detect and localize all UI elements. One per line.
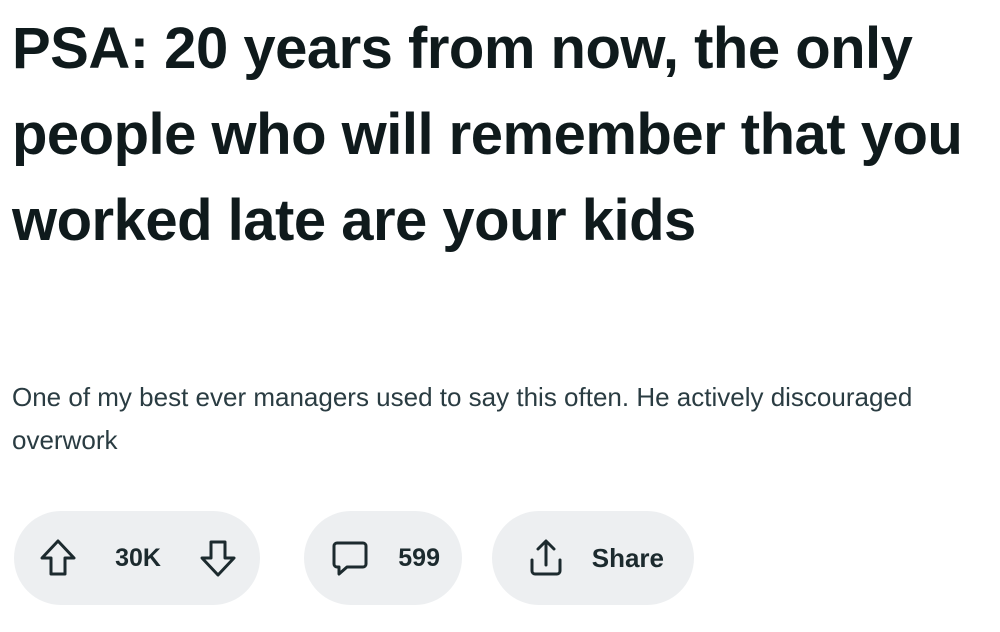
post-card: PSA: 20 years from now, the only people … [0, 0, 1000, 632]
upvote-icon[interactable] [36, 536, 80, 580]
comments-button[interactable]: 599 [304, 511, 462, 605]
post-body: One of my best ever managers used to say… [12, 382, 913, 455]
vote-count: 30K [115, 543, 161, 572]
comment-count: 599 [398, 543, 440, 572]
vote-control: 30K [14, 511, 260, 605]
speech-bubble-icon [328, 536, 372, 580]
share-label: Share [591, 542, 664, 573]
share-icon [524, 536, 568, 580]
downvote-icon[interactable] [196, 536, 240, 580]
post-action-bar: 30K 599 Share [14, 511, 694, 605]
share-button[interactable]: Share [492, 511, 694, 605]
post-title[interactable]: PSA: 20 years from now, the only people … [12, 0, 990, 264]
